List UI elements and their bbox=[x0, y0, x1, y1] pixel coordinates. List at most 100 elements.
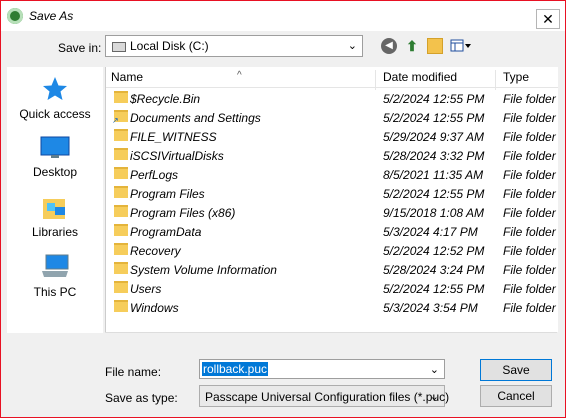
file-date-cell: 5/3/2024 4:17 PM bbox=[383, 225, 478, 239]
file-name-cell: PerfLogs bbox=[130, 168, 179, 182]
folder-icon bbox=[114, 224, 128, 236]
file-name-input[interactable]: rollback.puc ⌄ bbox=[199, 359, 445, 379]
folder-icon bbox=[114, 167, 128, 179]
folder-icon bbox=[114, 148, 128, 160]
file-date-cell: 5/3/2024 3:54 PM bbox=[383, 301, 478, 315]
title-bar: Save As ✕ bbox=[1, 1, 565, 31]
column-header-date[interactable]: Date modified bbox=[383, 70, 457, 84]
sort-indicator-icon: ^ bbox=[237, 70, 242, 81]
file-name-cell: Documents and Settings bbox=[130, 111, 261, 125]
file-type-cell: File folder bbox=[503, 225, 556, 239]
file-type-cell: File folder bbox=[503, 301, 556, 315]
file-type-cell: File folder bbox=[503, 92, 556, 106]
file-name-cell: Users bbox=[130, 282, 162, 296]
places-bar: Quick access Desktop Libraries This PC bbox=[7, 67, 103, 333]
file-row[interactable]: Program Files 5/2/2024 12:55 PM File folde… bbox=[106, 184, 558, 203]
file-name-value: rollback.puc bbox=[202, 362, 269, 376]
list-header: ^ Name Date modified Type bbox=[106, 67, 558, 90]
place-this-pc[interactable]: This PC bbox=[7, 253, 103, 299]
save-type-dropdown[interactable]: Passcape Universal Configuration files (… bbox=[199, 385, 449, 407]
folder-icon bbox=[114, 186, 128, 198]
folder-icon bbox=[114, 243, 128, 255]
column-divider[interactable] bbox=[375, 70, 376, 90]
chevron-down-icon: ⌄ bbox=[429, 391, 439, 403]
file-row[interactable]: iSCSIVirtualDisks 5/28/2024 3:32 PM File f… bbox=[106, 146, 558, 165]
save-in-value: Local Disk (C:) bbox=[130, 39, 209, 53]
file-name-cell: FILE_WITNESS bbox=[130, 130, 217, 144]
column-divider[interactable] bbox=[495, 70, 496, 90]
file-type-cell: File folder bbox=[503, 263, 556, 277]
file-row[interactable]: Documents and Settings 5/2/2024 12:55 PM F… bbox=[106, 108, 558, 127]
chevron-down-icon: ⌄ bbox=[347, 40, 357, 52]
place-libraries[interactable]: Libraries bbox=[7, 195, 103, 239]
back-icon[interactable]: ◀ bbox=[381, 38, 397, 54]
place-label: This PC bbox=[33, 285, 77, 299]
file-type-cell: File folder bbox=[503, 244, 556, 258]
folder-icon bbox=[114, 129, 128, 141]
file-row[interactable]: Users 5/2/2024 12:55 PM File folder bbox=[106, 279, 558, 298]
file-row[interactable]: System Volume Information 5/28/2024 3:24 … bbox=[106, 260, 558, 279]
file-date-cell: 5/2/2024 12:55 PM bbox=[383, 111, 485, 125]
file-type-cell: File folder bbox=[503, 187, 556, 201]
new-folder-icon[interactable] bbox=[427, 38, 443, 54]
file-name-label: File name: bbox=[105, 365, 162, 379]
app-icon bbox=[7, 8, 23, 24]
view-menu-icon[interactable] bbox=[450, 38, 472, 54]
cancel-button[interactable]: Cancel bbox=[480, 385, 552, 407]
file-date-cell: 8/5/2021 11:35 AM bbox=[383, 168, 484, 182]
folder-icon bbox=[114, 281, 128, 293]
file-name-cell: ProgramData bbox=[130, 225, 202, 239]
place-label: Desktop bbox=[32, 165, 78, 179]
computer-icon bbox=[42, 254, 69, 277]
file-type-cell: File folder bbox=[503, 130, 556, 144]
file-list: ^ Name Date modified Type $Recycle.Bin 5/… bbox=[105, 67, 558, 332]
save-in-dropdown[interactable]: Local Disk (C:) ⌄ bbox=[105, 35, 363, 57]
file-row[interactable]: FILE_WITNESS 5/29/2024 9:37 AM File folder bbox=[106, 127, 558, 146]
save-type-label: Save as type: bbox=[105, 391, 178, 405]
folder-icon bbox=[114, 205, 128, 217]
file-row[interactable]: Windows 5/3/2024 3:54 PM File folder bbox=[106, 298, 558, 317]
folder-icon bbox=[112, 110, 128, 125]
file-row[interactable]: $Recycle.Bin 5/2/2024 12:55 PM File folder bbox=[106, 89, 558, 108]
save-button[interactable]: Save bbox=[480, 359, 552, 381]
file-name-cell: $Recycle.Bin bbox=[130, 92, 201, 106]
file-type-cell: File folder bbox=[503, 111, 556, 125]
file-date-cell: 5/2/2024 12:55 PM bbox=[383, 187, 485, 201]
file-date-cell: 5/28/2024 3:24 PM bbox=[383, 263, 485, 277]
desktop-icon bbox=[40, 136, 70, 158]
place-label: Quick access bbox=[19, 107, 91, 121]
file-name-cell: System Volume Information bbox=[130, 263, 277, 277]
file-date-cell: 5/29/2024 9:37 AM bbox=[383, 130, 484, 144]
place-quick-access[interactable]: Quick access bbox=[7, 75, 103, 121]
up-folder-icon[interactable]: ⬆ bbox=[404, 38, 420, 54]
chevron-down-icon[interactable]: ⌄ bbox=[430, 363, 439, 376]
file-name-cell: Program Files bbox=[130, 187, 205, 201]
file-date-cell: 9/15/2018 1:08 AM bbox=[383, 206, 484, 220]
file-row[interactable]: PerfLogs 8/5/2021 11:35 AM File folder bbox=[106, 165, 558, 184]
place-label: Libraries bbox=[31, 225, 79, 239]
file-type-cell: File folder bbox=[503, 282, 556, 296]
close-button[interactable]: ✕ bbox=[536, 9, 560, 29]
drive-icon bbox=[112, 42, 126, 52]
file-row[interactable]: Recovery 5/2/2024 12:52 PM File folder bbox=[106, 241, 558, 260]
file-name-cell: Program Files (x86) bbox=[130, 206, 236, 220]
folder-icon bbox=[114, 262, 128, 274]
libraries-icon bbox=[43, 199, 65, 219]
file-name-cell: iSCSIVirtualDisks bbox=[130, 149, 224, 163]
file-date-cell: 5/28/2024 3:32 PM bbox=[383, 149, 485, 163]
file-date-cell: 5/2/2024 12:55 PM bbox=[383, 92, 485, 106]
list-bottom-border bbox=[105, 332, 557, 333]
star-icon bbox=[43, 77, 67, 100]
file-type-cell: File folder bbox=[503, 168, 556, 182]
save-in-label: Save in: bbox=[58, 41, 102, 55]
save-as-dialog: Save As ✕ Save in: Local Disk (C:) ⌄ ◀ ⬆… bbox=[0, 0, 566, 418]
file-row[interactable]: ProgramData 5/3/2024 4:17 PM File folder bbox=[106, 222, 558, 241]
file-date-cell: 5/2/2024 12:55 PM bbox=[383, 282, 485, 296]
file-row[interactable]: Program Files (x86) 9/15/2018 1:08 AM File… bbox=[106, 203, 558, 222]
save-type-value: Passcape Universal Configuration files (… bbox=[205, 390, 450, 404]
column-header-name[interactable]: Name bbox=[111, 70, 143, 84]
file-name-cell: Windows bbox=[130, 301, 179, 315]
file-date-cell: 5/2/2024 12:52 PM bbox=[383, 244, 485, 258]
column-header-type[interactable]: Type bbox=[503, 70, 529, 84]
place-desktop[interactable]: Desktop bbox=[7, 135, 103, 179]
